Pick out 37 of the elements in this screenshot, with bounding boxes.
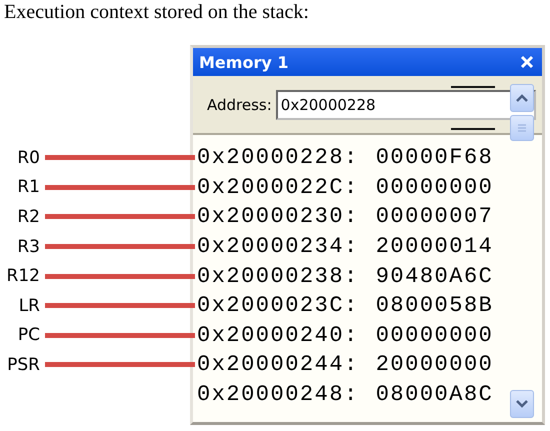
memory-address: 0x20000228: <box>197 145 359 170</box>
grip-icon <box>517 123 527 133</box>
scroll-thumb[interactable] <box>510 115 534 141</box>
register-label: LR <box>18 296 41 316</box>
memory-address: 0x20000244: <box>197 352 359 378</box>
close-icon[interactable] <box>520 55 534 69</box>
scroll-up-button[interactable] <box>510 84 534 112</box>
register-label: R2 <box>16 206 41 227</box>
memory-value: 00000007 <box>376 204 494 230</box>
memory-address: 0x20000230: <box>197 204 359 230</box>
memory-address: 0x20000238: <box>197 264 359 289</box>
caret-down-icon <box>515 399 529 409</box>
memory-address: 0x20000234: <box>197 234 359 260</box>
caret-up-icon <box>515 93 529 103</box>
memory-value: 00000000 <box>376 322 494 348</box>
register-label: R3 <box>16 236 41 257</box>
memory-value: 0800058B <box>376 293 494 318</box>
register-label: R1 <box>16 177 41 198</box>
scroll-down-button[interactable] <box>510 390 534 418</box>
register-label: PSR <box>6 354 41 375</box>
address-field[interactable]: 0x20000228 <box>276 90 536 120</box>
register-label: PC <box>16 325 41 346</box>
address-label: Address: <box>207 96 272 114</box>
memory-address: 0x2000023C: <box>197 293 359 318</box>
register-label: R12 <box>6 266 41 286</box>
window-title: Memory 1 <box>199 52 288 72</box>
memory-address: 0x20000248: <box>197 382 359 408</box>
memory-value: 00000F68 <box>376 145 494 170</box>
memory-value: 20000000 <box>376 352 494 378</box>
memory-value: 20000014 <box>376 234 494 260</box>
caption-text: Execution context stored on the stack: <box>3 0 309 25</box>
memory-address: 0x2000022C: <box>197 174 359 200</box>
memory-value: 00000000 <box>376 174 494 200</box>
register-label: R0 <box>16 148 41 168</box>
memory-value: 08000A8C <box>376 382 494 408</box>
memory-value: 90480A6C <box>376 264 494 289</box>
memory-address: 0x20000240: <box>197 322 359 348</box>
